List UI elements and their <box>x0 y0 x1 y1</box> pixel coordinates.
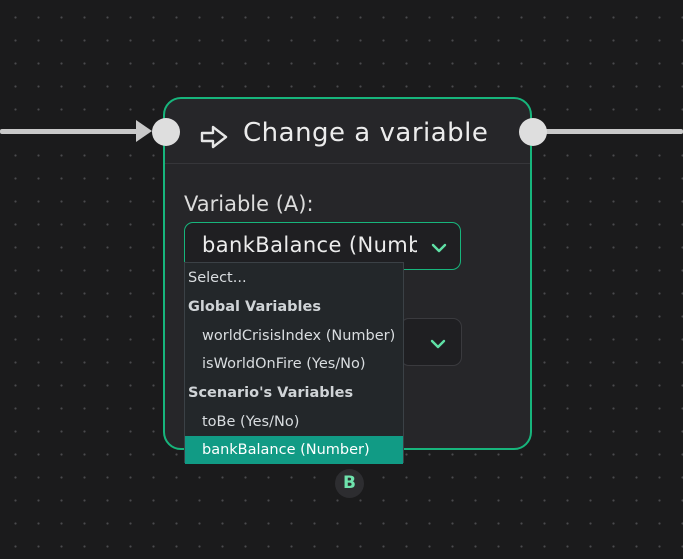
incoming-connection-edge <box>0 129 146 134</box>
chevron-down-icon <box>431 243 447 253</box>
node-header[interactable]: Change a variable <box>165 99 530 164</box>
output-port[interactable] <box>519 118 547 146</box>
variable-a-label: Variable (A): <box>184 192 314 216</box>
dropdown-option-placeholder[interactable]: Select... <box>185 264 403 292</box>
dropdown-group-scenario: Scenario's Variables <box>188 385 354 401</box>
variable-a-select-value: bankBalance (Number) <box>202 233 417 257</box>
variable-dropdown-menu[interactable]: Select... Global Variables worldCrisisIn… <box>184 262 404 464</box>
value-b-select[interactable] <box>400 318 462 366</box>
outgoing-connection-edge <box>540 129 683 134</box>
arrow-right-icon <box>200 125 228 149</box>
dropdown-option[interactable]: isWorldOnFire (Yes/No) <box>185 350 403 378</box>
incoming-arrow-head <box>136 120 152 142</box>
dropdown-option-selected[interactable]: bankBalance (Number) <box>185 436 403 464</box>
input-port[interactable] <box>152 118 180 146</box>
chevron-down-icon <box>430 339 446 349</box>
node-title: Change a variable <box>243 118 489 148</box>
dropdown-option[interactable]: worldCrisisIndex (Number) <box>185 322 403 350</box>
dropdown-option[interactable]: toBe (Yes/No) <box>185 408 403 436</box>
output-b-badge: B <box>335 469 364 498</box>
dropdown-group-global: Global Variables <box>188 299 321 315</box>
